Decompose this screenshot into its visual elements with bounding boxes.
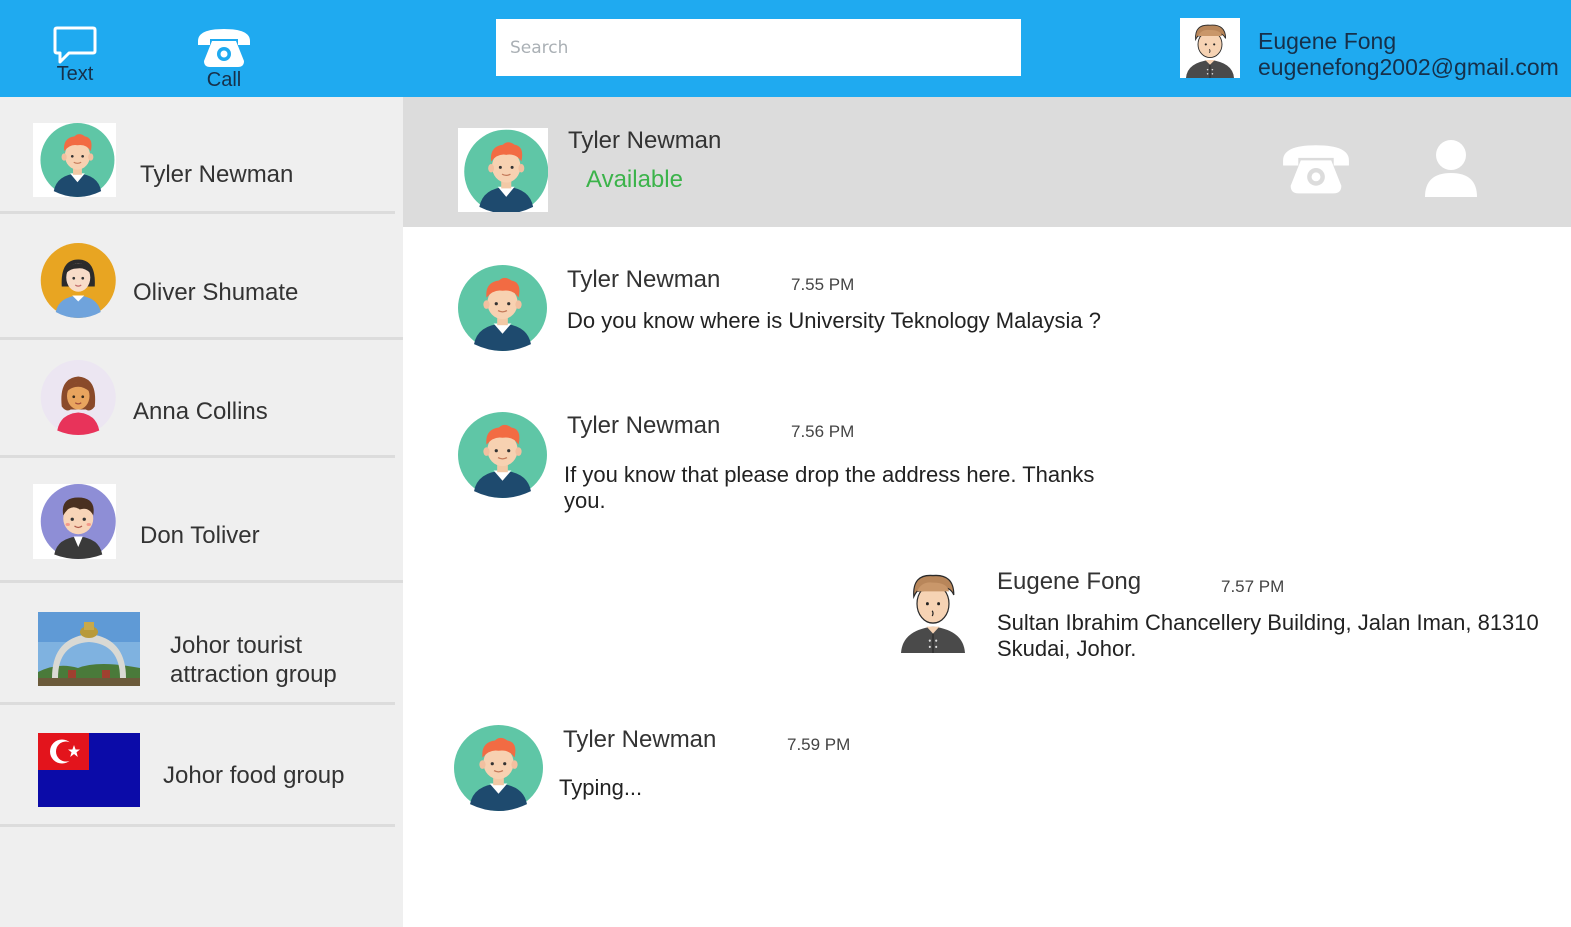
- chat-contact-name: Tyler Newman: [568, 127, 722, 154]
- chat-contact-avatar[interactable]: [458, 128, 548, 212]
- top-bar: Text Call Eugene Fong eugenefong2002@gma…: [0, 0, 1571, 97]
- landmark-photo: [38, 612, 140, 686]
- divider: [0, 824, 395, 827]
- sender-avatar: [458, 265, 547, 351]
- message-text: Sultan Ibrahim Chancellery Building, Jal…: [997, 610, 1539, 661]
- contact-name: Don Toliver: [140, 522, 260, 549]
- sender-avatar: [458, 412, 547, 498]
- nav-text-button[interactable]: Text: [45, 0, 105, 97]
- user-name: Eugene Fong: [1258, 28, 1397, 54]
- message-text: If you know that please drop the address…: [564, 462, 1095, 513]
- message-time: 7.55 PM: [791, 275, 855, 294]
- call-button[interactable]: [1278, 138, 1354, 203]
- johor-flag: [38, 733, 140, 807]
- user-icon: [1425, 140, 1477, 197]
- message-time: 7.59 PM: [787, 735, 851, 754]
- message-time: 7.57 PM: [1221, 577, 1285, 596]
- avatar: [33, 243, 116, 318]
- contact-tyler-newman[interactable]: Tyler Newman: [0, 97, 403, 214]
- chat-header: Tyler Newman Available: [403, 97, 1571, 227]
- message-text: Typing...: [559, 775, 643, 800]
- chat-contact-status: Available: [586, 166, 683, 193]
- nav-text-label: Text: [56, 63, 94, 85]
- profile-button[interactable]: [1423, 139, 1479, 202]
- nav-call-label: Call: [206, 69, 242, 91]
- chat-bubble-icon: [53, 26, 97, 64]
- phone-icon: [1283, 145, 1349, 194]
- contact-name-line1: Johor tourist: [170, 632, 303, 659]
- contact-name-line2: attraction group: [170, 661, 337, 688]
- message-sender: Tyler Newman: [563, 726, 717, 753]
- avatar: [33, 360, 116, 435]
- user-avatar[interactable]: [1180, 18, 1240, 78]
- contact-oliver-shumate[interactable]: Oliver Shumate: [0, 214, 403, 340]
- contact-list: Tyler Newman Oliver Shumate Anna Collins…: [0, 97, 403, 927]
- sender-avatar: [893, 565, 973, 653]
- contact-johor-food-group[interactable]: Johor food group: [0, 705, 403, 827]
- message-sender: Tyler Newman: [567, 412, 721, 439]
- contact-don-toliver[interactable]: Don Toliver: [0, 458, 403, 583]
- message-time: 7.56 PM: [791, 422, 855, 441]
- phone-icon: [198, 29, 250, 67]
- nav-call-button[interactable]: Call: [188, 0, 260, 97]
- message-sender: Tyler Newman: [567, 266, 721, 293]
- contact-anna-collins[interactable]: Anna Collins: [0, 340, 403, 458]
- message-text: Do you know where is University Teknolog…: [567, 308, 1101, 333]
- message-sender: Eugene Fong: [997, 568, 1142, 595]
- contact-name: Oliver Shumate: [133, 279, 299, 306]
- contact-name: Johor food group: [163, 762, 345, 789]
- contact-name: Anna Collins: [133, 398, 268, 425]
- contact-name: Tyler Newman: [140, 161, 294, 188]
- user-email: eugenefong2002@gmail.com: [1258, 54, 1559, 80]
- sender-avatar: [454, 725, 543, 811]
- avatar: [33, 484, 116, 559]
- search-input[interactable]: [496, 19, 1021, 76]
- avatar: [33, 123, 116, 197]
- contact-johor-tourist-attraction-group[interactable]: Johor tourist attraction group: [0, 583, 403, 705]
